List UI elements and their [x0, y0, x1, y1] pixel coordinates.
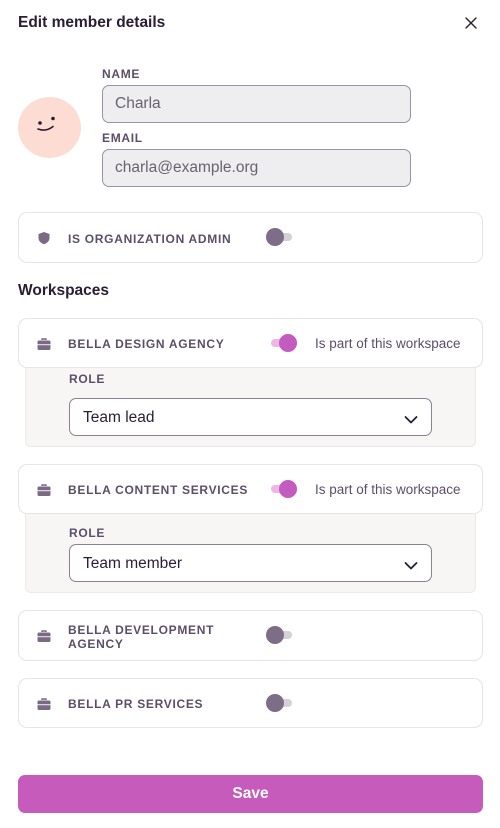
workspace-card: BELLA PR SERVICES [18, 678, 483, 728]
save-button[interactable]: Save [18, 775, 483, 813]
email-label: EMAIL [102, 131, 143, 145]
workspace-role-panel: ROLE Team lead [25, 360, 476, 447]
role-select-value: Team member [83, 555, 183, 572]
email-field[interactable] [102, 149, 411, 187]
workspace-card: BELLA CONTENT SERVICES Is part of this w… [18, 464, 483, 514]
name-label: NAME [102, 67, 141, 81]
role-select[interactable]: Team member [69, 544, 432, 582]
workspaces-heading: Workspaces [18, 282, 110, 299]
role-select-value: Team lead [83, 409, 155, 426]
close-icon[interactable] [464, 16, 478, 30]
chevron-down-icon [404, 558, 418, 570]
role-label: ROLE [69, 372, 106, 386]
role-select[interactable]: Team lead [69, 398, 432, 436]
workspace-name: BELLA CONTENT SERVICES [68, 483, 249, 497]
workspace-membership-toggle[interactable] [266, 693, 294, 713]
workspace-membership-toggle[interactable] [269, 333, 297, 353]
membership-status-text: Is part of this workspace [315, 482, 461, 497]
workspace-card: BELLA DESIGN AGENCY Is part of this work… [18, 318, 483, 368]
workspace-name-continued: AGENCY [68, 637, 124, 651]
workspace-membership-toggle[interactable] [266, 625, 294, 645]
name-field[interactable] [102, 85, 411, 123]
shield-icon [37, 231, 51, 245]
dialog-title: Edit member details [18, 14, 166, 31]
workspace-name: BELLA DESIGN AGENCY [68, 337, 225, 351]
avatar [18, 97, 81, 158]
organization-admin-card: IS ORGANIZATION ADMIN [18, 212, 483, 263]
workspace-membership-toggle[interactable] [269, 479, 297, 499]
role-label: ROLE [69, 526, 106, 540]
workspace-name: BELLA PR SERVICES [68, 697, 204, 711]
briefcase-icon [37, 337, 51, 351]
membership-status-text: Is part of this workspace [315, 336, 461, 351]
organization-admin-label: IS ORGANIZATION ADMIN [68, 232, 232, 246]
briefcase-icon [37, 697, 51, 711]
workspace-card: BELLA DEVELOPMENT AGENCY [18, 610, 483, 661]
workspace-name: BELLA DEVELOPMENT [68, 623, 215, 637]
organization-admin-toggle[interactable] [266, 227, 294, 247]
briefcase-icon [37, 629, 51, 643]
chevron-down-icon [404, 412, 418, 424]
dialog-header: Edit member details [18, 13, 482, 33]
briefcase-icon [37, 483, 51, 497]
workspace-role-panel: ROLE Team member [25, 506, 476, 593]
smiley-face-icon [37, 116, 55, 131]
